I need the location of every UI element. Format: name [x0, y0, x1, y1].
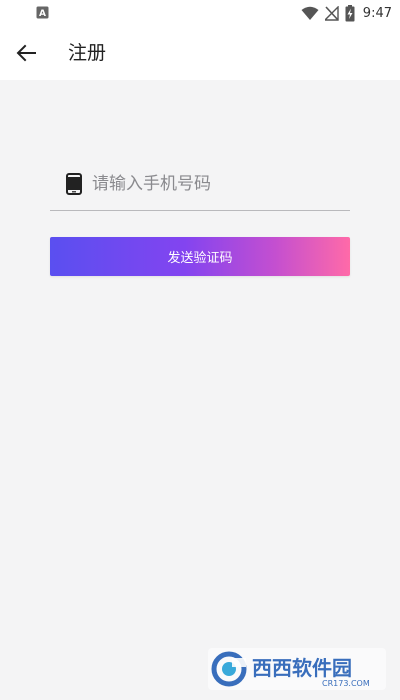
status-time: 9:47	[362, 5, 392, 21]
phone-number-input[interactable]	[92, 168, 342, 200]
notification-a-icon: A	[36, 6, 49, 19]
send-code-label: 发送验证码	[167, 251, 233, 266]
app-bar: 注册	[0, 26, 400, 80]
wifi-icon	[301, 6, 319, 20]
phone-field	[50, 160, 350, 211]
send-code-button[interactable]: 发送验证码	[50, 237, 350, 276]
battery-charging-icon	[345, 4, 355, 21]
arrow-left-icon	[16, 44, 36, 62]
page-title: 注册	[68, 42, 107, 64]
signal-off-icon	[324, 5, 339, 21]
status-icons: 9:47	[301, 3, 392, 23]
status-bar: A 9:47	[0, 0, 400, 26]
smartphone-icon	[66, 173, 82, 195]
back-button[interactable]	[10, 37, 42, 69]
svg-text:西西软件园: 西西软件园	[252, 656, 352, 680]
svg-text:CR173.COM: CR173.COM	[322, 679, 370, 688]
svg-text:A: A	[39, 9, 46, 19]
watermark-logo: 西西软件园 CR173.COM	[208, 648, 386, 690]
